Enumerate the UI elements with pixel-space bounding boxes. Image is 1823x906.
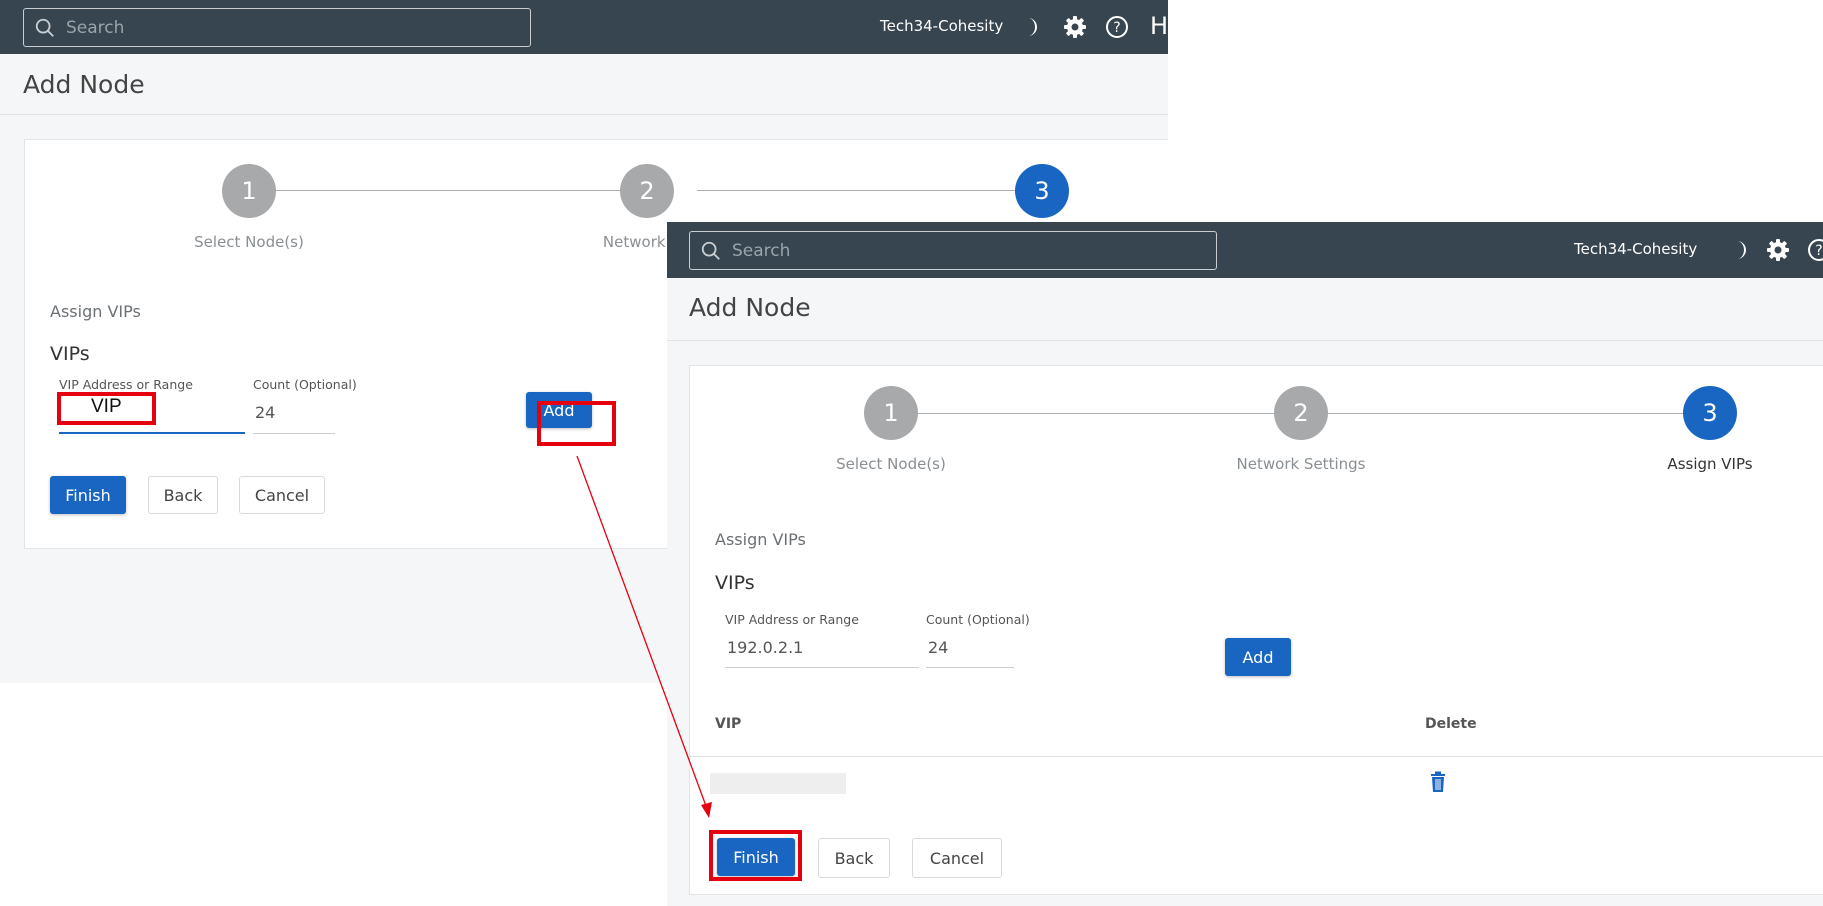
svg-text:?: ? — [1815, 243, 1822, 259]
search-input[interactable] — [730, 236, 1103, 266]
gear-icon[interactable] — [1063, 15, 1087, 39]
count-field-label: Count (Optional) — [926, 612, 1030, 627]
vip-cell — [710, 773, 846, 794]
search-icon — [35, 18, 54, 37]
moon-icon[interactable] — [1728, 238, 1752, 262]
step-label-1: Select Node(s) — [836, 455, 946, 473]
step-label-1: Select Node(s) — [194, 233, 304, 251]
add-button[interactable]: Add — [526, 392, 592, 428]
step-connector — [697, 190, 1041, 191]
step-connector — [273, 190, 643, 191]
page-title: Add Node — [23, 70, 145, 99]
help-icon[interactable]: ? — [1105, 15, 1129, 39]
screenshot-after: Tech34-Cohesity ? Add Node 1 2 3 Selec — [667, 222, 1823, 906]
cancel-button[interactable]: Cancel — [912, 838, 1002, 878]
count-input[interactable] — [253, 392, 335, 434]
trash-icon[interactable] — [1429, 771, 1447, 793]
step-label-3: Assign VIPs — [1667, 455, 1753, 473]
step-1: 1 — [222, 164, 276, 218]
moon-icon[interactable] — [1019, 15, 1043, 39]
cancel-button[interactable]: Cancel — [239, 476, 325, 514]
step-2: 2 — [1274, 386, 1328, 440]
vip-field-label: VIP Address or Range — [59, 377, 193, 392]
search-icon — [701, 241, 720, 260]
search-box[interactable] — [689, 231, 1217, 270]
vip-address-input[interactable] — [725, 628, 919, 668]
svg-text:?: ? — [1113, 20, 1120, 36]
finish-button[interactable]: Finish — [717, 838, 795, 876]
gear-icon[interactable] — [1766, 238, 1790, 262]
step-connector — [1327, 413, 1693, 414]
title-bar: Add Node — [667, 278, 1823, 341]
step-label-2: Network Settings — [1236, 455, 1366, 473]
table-header-vip: VIP — [715, 716, 742, 732]
title-bar: Add Node — [0, 54, 1168, 115]
header-cut-text: H — [1150, 12, 1168, 40]
step-3: 3 — [1015, 164, 1069, 218]
add-button[interactable]: Add — [1225, 638, 1291, 676]
step-1: 1 — [864, 386, 918, 440]
section-label: Assign VIPs — [715, 530, 806, 549]
vips-heading: VIPs — [50, 343, 90, 365]
search-input[interactable] — [64, 13, 423, 43]
vip-field-label: VIP Address or Range — [725, 612, 859, 627]
finish-button[interactable]: Finish — [50, 476, 126, 514]
table-divider — [690, 756, 1823, 757]
search-box[interactable] — [23, 8, 531, 47]
step-2: 2 — [620, 164, 674, 218]
wizard-card: 1 2 3 Select Node(s) Network Settings As… — [689, 365, 1823, 895]
cluster-name[interactable]: Tech34-Cohesity — [1574, 240, 1697, 258]
back-button[interactable]: Back — [818, 838, 890, 878]
count-input[interactable] — [926, 628, 1014, 668]
step-connector — [918, 413, 1279, 414]
top-bar: Tech34-Cohesity ? — [667, 222, 1823, 278]
section-label: Assign VIPs — [50, 302, 141, 321]
top-bar: Tech34-Cohesity ? H — [0, 0, 1168, 54]
count-field-label: Count (Optional) — [253, 377, 357, 392]
table-header-delete: Delete — [1425, 716, 1477, 732]
vip-address-input[interactable] — [59, 392, 245, 434]
vip-typed-text: VIP — [91, 396, 122, 417]
vips-heading: VIPs — [715, 572, 755, 594]
help-icon[interactable]: ? — [1807, 238, 1823, 262]
page-title: Add Node — [689, 293, 811, 322]
cluster-name[interactable]: Tech34-Cohesity — [880, 17, 1003, 35]
back-button[interactable]: Back — [148, 476, 218, 514]
step-3: 3 — [1683, 386, 1737, 440]
